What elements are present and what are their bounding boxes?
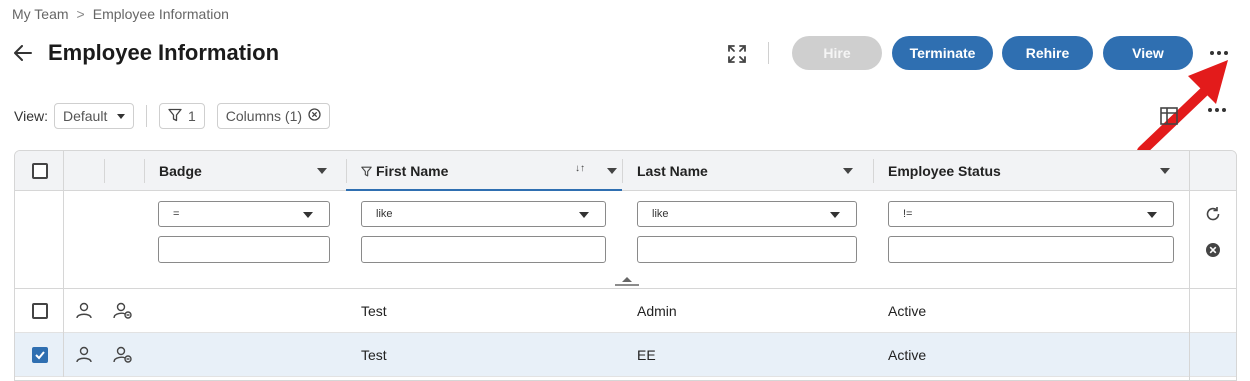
status-filter-operator[interactable]: != (888, 201, 1174, 227)
sort-icon[interactable]: ↓↑ (575, 163, 585, 174)
row-checkbox[interactable] (32, 347, 48, 363)
cell-status: Active (888, 347, 927, 363)
column-first-name[interactable]: First Name ↓↑ (361, 151, 621, 191)
breadcrumb: My Team > Employee Information (12, 6, 229, 22)
user-icon[interactable] (75, 301, 95, 321)
badge-filter-operator[interactable]: = (158, 201, 330, 227)
column-menu-icon[interactable] (843, 168, 853, 174)
user-link-icon[interactable] (113, 345, 133, 365)
column-employee-status[interactable]: Employee Status (888, 151, 1178, 191)
status-filter-input[interactable] (888, 236, 1174, 263)
cell-last-name: Admin (637, 303, 677, 319)
column-badge[interactable]: Badge (159, 151, 329, 191)
column-first-name-label: First Name (376, 163, 449, 179)
grid-toolbar: View: Default 1 Columns (1) (14, 103, 331, 129)
last-name-filter-input[interactable] (637, 236, 857, 263)
column-menu-icon[interactable] (317, 168, 327, 174)
filter-icon (168, 108, 182, 125)
page-title: Employee Information (48, 40, 280, 65)
grid-more-icon[interactable] (1208, 108, 1226, 112)
breadcrumb-current: Employee Information (92, 6, 229, 22)
columns-chip[interactable]: Columns (1) (216, 103, 331, 129)
table-settings-icon[interactable] (1160, 106, 1182, 126)
last-name-filter-operator[interactable]: like (637, 201, 857, 227)
toolbar-separator (145, 105, 147, 127)
last-name-filter-operator-value: like (652, 208, 669, 220)
cell-first-name: Test (361, 347, 387, 363)
back-arrow-icon[interactable] (12, 42, 34, 64)
table-header: Badge First Name ↓↑ Last Name Employee S… (15, 151, 1236, 191)
toolbar-divider (768, 42, 769, 64)
first-name-filter-input[interactable] (361, 236, 606, 263)
select-all-checkbox[interactable] (32, 163, 48, 179)
checkmark-icon (35, 351, 45, 360)
column-last-name-label: Last Name (637, 163, 708, 179)
table-row[interactable]: Test EE Active (15, 333, 1236, 377)
title-row: Employee Information (12, 36, 279, 70)
table-row[interactable]: Test Admin Active (15, 289, 1236, 333)
column-last-name[interactable]: Last Name (637, 151, 867, 191)
view-label: View: (14, 108, 48, 124)
expand-icon[interactable] (724, 41, 750, 67)
cell-first-name: Test (361, 303, 387, 319)
terminate-button[interactable]: Terminate (892, 36, 993, 70)
breadcrumb-my-team[interactable]: My Team (12, 6, 69, 22)
status-filter-operator-value: != (903, 208, 913, 220)
dropdown-caret-icon (116, 113, 125, 119)
first-name-filter-operator-value: like (376, 208, 393, 220)
rehire-button[interactable]: Rehire (1002, 36, 1093, 70)
breadcrumb-separator: > (76, 6, 85, 22)
filter-row: = like like != (15, 191, 1236, 289)
clear-filters-icon[interactable] (1205, 242, 1221, 263)
filter-button[interactable]: 1 (158, 103, 205, 129)
filter-icon (361, 166, 372, 177)
user-link-icon[interactable] (113, 301, 133, 321)
column-status-label: Employee Status (888, 163, 1001, 179)
employee-table: Badge First Name ↓↑ Last Name Employee S… (14, 150, 1237, 381)
badge-filter-operator-value: = (173, 208, 180, 220)
view-select-value: Default (62, 108, 108, 124)
row-actions-panel (1189, 151, 1236, 380)
view-select[interactable]: Default (53, 103, 134, 129)
first-name-filter-operator[interactable]: like (361, 201, 606, 227)
user-icon[interactable] (75, 345, 95, 365)
column-menu-icon[interactable] (607, 168, 617, 174)
cell-status: Active (888, 303, 927, 319)
row-checkbox[interactable] (32, 303, 48, 319)
filter-count: 1 (187, 108, 196, 124)
cell-last-name: EE (637, 347, 656, 363)
clear-circle-icon[interactable] (308, 108, 321, 124)
refresh-icon[interactable] (1205, 206, 1221, 227)
columns-label: Columns (1) (225, 108, 303, 124)
column-badge-label: Badge (159, 163, 202, 179)
hire-button[interactable]: Hire (792, 36, 882, 70)
collapse-filter-icon[interactable] (614, 273, 640, 286)
badge-filter-input[interactable] (158, 236, 330, 263)
column-menu-icon[interactable] (1160, 168, 1170, 174)
